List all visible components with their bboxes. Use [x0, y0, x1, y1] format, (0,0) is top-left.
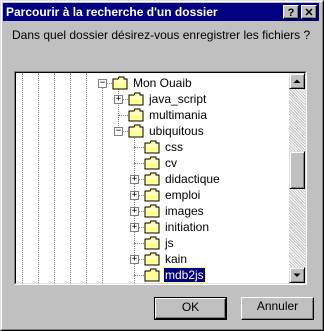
expand-icon[interactable]: + — [130, 255, 139, 264]
browse-folder-dialog: Parcourir à la recherche d'un dossier ? … — [0, 0, 324, 331]
tree-item-label: mdb2js — [163, 267, 206, 283]
collapse-icon[interactable]: − — [114, 127, 123, 136]
tree-item-label: cv — [165, 156, 177, 170]
tree-connector — [134, 275, 144, 276]
tree-item-label: emploi — [165, 188, 201, 202]
folder-icon — [144, 188, 160, 202]
tree-view[interactable]: − Mon Ouaib + java_script multimania − ubiquit… — [16, 73, 289, 283]
tree-item-label: js — [165, 236, 174, 250]
tree-item-label: kain — [165, 252, 188, 266]
tree-item[interactable]: cv — [16, 156, 289, 172]
close-button[interactable]: ✕ — [301, 5, 317, 19]
tree-item[interactable]: + initiation — [16, 220, 289, 236]
folder-icon — [128, 108, 144, 122]
help-button[interactable]: ? — [283, 5, 299, 19]
scroll-up-button[interactable] — [289, 73, 305, 89]
title-bar[interactable]: Parcourir à la recherche d'un dossier ? … — [3, 3, 319, 21]
arrow-down-icon — [293, 273, 301, 277]
folder-icon — [144, 204, 160, 218]
tree-item-label: images — [165, 204, 204, 218]
tree-scrollbar[interactable] — [289, 73, 305, 283]
tree-item[interactable]: + java_script — [16, 92, 289, 108]
tree-item[interactable]: js — [16, 236, 289, 252]
expand-icon[interactable]: + — [114, 95, 123, 104]
tree-item[interactable]: − Mon Ouaib — [16, 76, 289, 92]
tree-connector — [134, 163, 144, 164]
folder-icon — [144, 268, 160, 282]
tree-item[interactable]: + emploi — [16, 188, 289, 204]
tree-item[interactable]: + kain — [16, 252, 289, 268]
folder-icon — [144, 236, 160, 250]
cancel-button[interactable]: Annuler — [241, 297, 314, 320]
tree-item-label: css — [165, 140, 183, 154]
tree-item[interactable]: − ubiquitous — [16, 124, 289, 140]
tree-item[interactable]: + didactique — [16, 172, 289, 188]
tree-item-label: ubiquitous — [149, 124, 204, 138]
folder-icon — [128, 124, 144, 138]
folder-icon — [144, 140, 160, 154]
expand-icon[interactable]: + — [130, 175, 139, 184]
collapse-icon[interactable]: − — [98, 79, 107, 88]
folder-icon — [128, 92, 144, 106]
folder-icon — [144, 172, 160, 186]
scroll-down-button[interactable] — [289, 267, 305, 283]
tree-item-label: initiation — [165, 220, 210, 234]
tree-item-label: multimania — [149, 108, 208, 122]
arrow-up-icon — [293, 79, 301, 83]
tree-connector — [118, 115, 128, 116]
expand-icon[interactable]: + — [130, 191, 139, 200]
prompt-text: Dans quel dossier désirez-vous enregistr… — [12, 28, 311, 42]
tree-item[interactable]: mdb2js — [16, 267, 289, 283]
ok-button[interactable]: OK — [154, 297, 227, 320]
expand-icon[interactable]: + — [130, 207, 139, 216]
tree-item[interactable]: + images — [16, 204, 289, 220]
expand-icon[interactable]: + — [130, 223, 139, 232]
tree-item[interactable]: css — [16, 140, 289, 156]
folder-icon — [144, 252, 160, 266]
folder-icon — [144, 156, 160, 170]
tree-item[interactable]: multimania — [16, 108, 289, 124]
window-title: Parcourir à la recherche d'un dossier — [6, 5, 218, 19]
close-icon: ✕ — [304, 7, 314, 19]
tree-item-label: Mon Ouaib — [133, 76, 192, 90]
tree-connector — [134, 147, 144, 148]
tree-item-label: java_script — [149, 92, 207, 106]
scroll-thumb[interactable] — [289, 151, 305, 189]
folder-icon — [112, 76, 128, 90]
folder-tree[interactable]: − Mon Ouaib + java_script multimania − ubiquit… — [14, 71, 307, 285]
folder-icon — [144, 220, 160, 234]
cancel-button-label: Annuler — [256, 299, 299, 313]
tree-item-label: didactique — [165, 172, 220, 186]
ok-button-label: OK — [181, 300, 200, 314]
help-icon: ? — [287, 7, 295, 19]
tree-connector — [134, 243, 144, 244]
